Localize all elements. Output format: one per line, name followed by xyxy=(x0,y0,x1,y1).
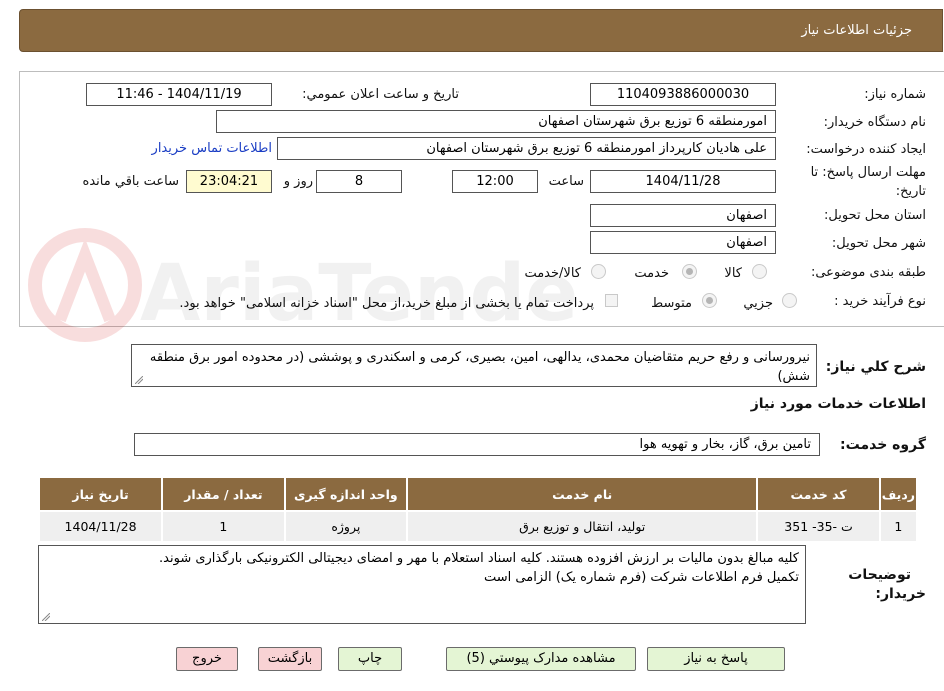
deadline-date-field: 1404/11/28 xyxy=(590,170,776,193)
category-radio-goods-service[interactable] xyxy=(591,264,606,279)
buyer-contact-link[interactable]: اطلاعات تماس خريدار xyxy=(152,141,272,156)
buyer-notes-line-2: تکمیل فرم اطلاعات شرکت (فرم شماره یک) ال… xyxy=(484,570,799,585)
deadline-time-label: ساعت xyxy=(548,174,584,189)
resize-handle-icon[interactable] xyxy=(42,613,50,621)
need-number-label: شماره نیاز: xyxy=(864,87,926,102)
requester-field: علی هادیان کارپرداز امورمنطقه 6 توزیع بر… xyxy=(277,137,776,160)
cell-row-number: 1 xyxy=(878,510,919,543)
table-row: 1 ت -35- 351 تولید، انتقال و توزیع برق پ… xyxy=(37,510,919,543)
cell-service-code: ت -35- 351 xyxy=(756,510,881,543)
need-number-field: 1104093886000030 xyxy=(590,83,776,106)
services-section-title: اطلاعات خدمات مورد نياز xyxy=(750,396,926,412)
exit-button[interactable]: خروج xyxy=(176,647,238,671)
buyer-notes-label: توضيحات xyxy=(848,567,911,583)
days-label: روز و xyxy=(283,174,313,189)
col-quantity: تعداد / مقدار xyxy=(161,476,286,512)
description-text: نیرورسانی و رفع حریم متقاضیان محمدی، یدا… xyxy=(149,350,810,384)
service-group-label: گروه خدمت: xyxy=(840,437,926,453)
category-option-goods: کالا xyxy=(724,266,742,281)
cell-need-date: 1404/11/28 xyxy=(37,510,164,543)
col-row-number: رديف xyxy=(878,476,919,512)
category-radio-goods[interactable] xyxy=(752,264,767,279)
print-button[interactable]: چاپ xyxy=(338,647,402,671)
remaining-time-field: 23:04:21 xyxy=(186,170,272,193)
col-service-code: کد خدمت xyxy=(756,476,881,512)
process-radio-medium[interactable] xyxy=(702,293,717,308)
province-field: اصفهان xyxy=(590,204,776,227)
buyer-org-label: نام دستگاه خريدار: xyxy=(823,115,926,130)
service-group-field: تامین برق، گاز، بخار و تهویه هوا xyxy=(134,433,820,456)
resize-handle-icon[interactable] xyxy=(135,376,143,384)
cell-quantity: 1 xyxy=(161,510,286,543)
cell-service-name: تولید، انتقال و توزیع برق xyxy=(406,510,759,543)
deadline-time-field: 12:00 xyxy=(452,170,538,193)
city-field: اصفهان xyxy=(590,231,776,254)
description-textarea[interactable]: نیرورسانی و رفع حریم متقاضیان محمدی، یدا… xyxy=(131,344,817,387)
treasury-payment-note: پرداخت تمام یا بخشی از مبلغ خرید،از محل … xyxy=(179,296,594,311)
category-radio-service[interactable] xyxy=(682,264,697,279)
reply-button[interactable]: پاسخ به نياز xyxy=(647,647,785,671)
process-option-minor: جزيي xyxy=(743,296,773,311)
process-option-medium: متوسط xyxy=(651,296,692,311)
buyer-notes-line-1: کلیه مبالغ بدون مالیات بر ارزش افزوده هس… xyxy=(159,551,799,566)
announce-field: 1404/11/19 - 11:46 xyxy=(86,83,272,106)
city-label: شهر محل تحويل: xyxy=(831,236,926,251)
process-radio-minor[interactable] xyxy=(782,293,797,308)
category-label: طبقه بندی موضوعی: xyxy=(810,265,926,280)
col-need-date: تاريخ نياز xyxy=(37,476,164,512)
deadline-label-date: تاريخ: xyxy=(895,184,926,199)
buyer-notes-textarea[interactable]: کلیه مبالغ بدون مالیات بر ارزش افزوده هس… xyxy=(38,545,806,624)
process-label: نوع فرآيند خريد : xyxy=(834,294,926,309)
category-option-goods-service: کالا/خدمت xyxy=(524,266,581,281)
description-label: شرح کلي نياز: xyxy=(825,359,926,375)
col-unit: واحد اندازه گيری xyxy=(283,476,409,512)
view-attachments-button[interactable]: مشاهده مدارک پيوستي (5) xyxy=(446,647,636,671)
announce-label: تاریخ و ساعت اعلان عمومي: xyxy=(302,87,459,102)
category-option-service: خدمت xyxy=(634,266,669,281)
col-service-name: نام خدمت xyxy=(406,476,759,512)
requester-label: ایجاد کننده درخواست: xyxy=(806,142,926,157)
buyer-org-field: امورمنطقه 6 توزیع برق شهرستان اصفهان xyxy=(216,110,776,133)
province-label: استان محل تحويل: xyxy=(824,208,926,223)
cell-unit: پروژه xyxy=(283,510,409,543)
page-header: جزئیات اطلاعات نیاز xyxy=(19,9,943,52)
buyer-notes-label-2: خريدار: xyxy=(875,586,926,602)
services-table: رديف کد خدمت نام خدمت واحد اندازه گيری ت… xyxy=(37,476,919,543)
back-button[interactable]: بازگشت xyxy=(258,647,322,671)
deadline-label: مهلت ارسال پاسخ: تا xyxy=(810,165,926,180)
page-title: جزئیات اطلاعات نیاز xyxy=(801,23,912,38)
treasury-payment-checkbox[interactable] xyxy=(605,294,618,307)
remaining-label: ساعت باقي مانده xyxy=(82,174,179,189)
table-header-row: رديف کد خدمت نام خدمت واحد اندازه گيری ت… xyxy=(37,476,919,512)
days-field: 8 xyxy=(316,170,402,193)
